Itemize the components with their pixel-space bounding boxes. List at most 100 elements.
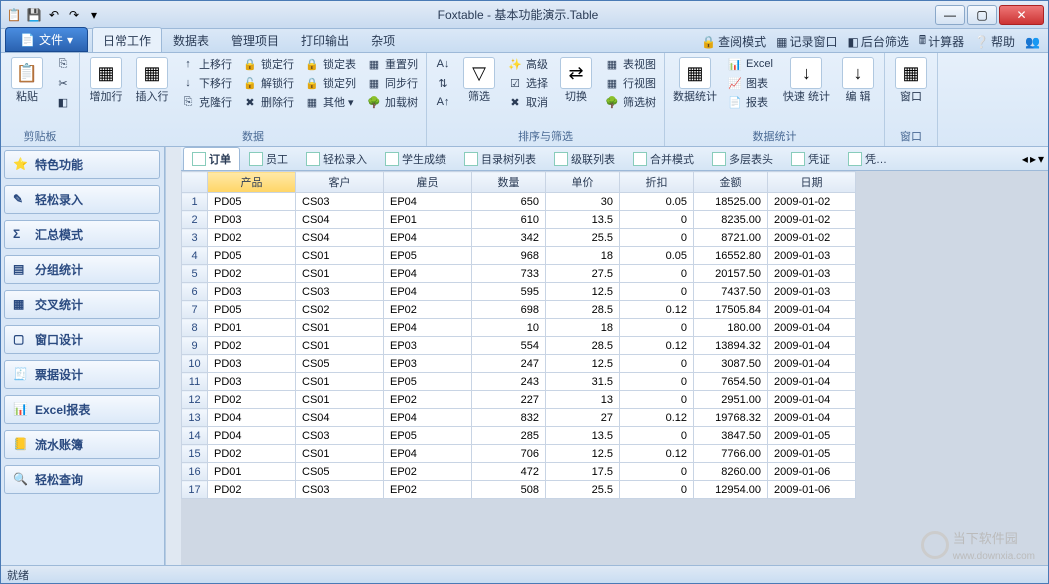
cell[interactable]: 8260.00: [694, 463, 768, 481]
back-filter-button[interactable]: ◧后台筛选: [848, 33, 909, 50]
people-icon[interactable]: 👥: [1025, 35, 1040, 49]
cell[interactable]: PD01: [208, 463, 296, 481]
row-number[interactable]: 15: [182, 445, 208, 463]
cell[interactable]: 698: [472, 301, 546, 319]
cell[interactable]: EP05: [384, 427, 472, 445]
advanced-filter-button[interactable]: ✨高级: [505, 55, 550, 73]
cell[interactable]: 0.12: [620, 445, 694, 463]
sidebar-item-ledger[interactable]: 📒流水账簿: [4, 430, 160, 459]
cell[interactable]: EP04: [384, 409, 472, 427]
cell[interactable]: CS01: [296, 391, 384, 409]
maximize-button[interactable]: ▢: [967, 5, 997, 25]
cell[interactable]: 0: [620, 265, 694, 283]
qat-dropdown-icon[interactable]: ▾: [85, 6, 103, 24]
help-button[interactable]: ❔帮助: [974, 33, 1015, 50]
clone-row-button[interactable]: ⎘克隆行: [178, 93, 234, 111]
cell[interactable]: 733: [472, 265, 546, 283]
switch-button[interactable]: ⇄切换: [556, 55, 596, 106]
cell[interactable]: CS03: [296, 481, 384, 499]
cell[interactable]: 12.5: [546, 283, 620, 301]
cell[interactable]: EP03: [384, 355, 472, 373]
cell[interactable]: PD01: [208, 319, 296, 337]
cell[interactable]: 0: [620, 319, 694, 337]
cell[interactable]: 342: [472, 229, 546, 247]
row-number[interactable]: 10: [182, 355, 208, 373]
table-row[interactable]: 13PD04CS04EP04832270.1219768.322009-01-0…: [182, 409, 856, 427]
sidebar-item-query[interactable]: 🔍轻松查询: [4, 465, 160, 494]
minimize-button[interactable]: —: [935, 5, 965, 25]
cell[interactable]: 2009-01-04: [768, 409, 856, 427]
column-header[interactable]: 单价: [546, 172, 620, 193]
cell[interactable]: 7654.50: [694, 373, 768, 391]
cell[interactable]: 12954.00: [694, 481, 768, 499]
cell[interactable]: 20157.50: [694, 265, 768, 283]
cell[interactable]: 227: [472, 391, 546, 409]
cell[interactable]: CS01: [296, 373, 384, 391]
cell[interactable]: 2009-01-03: [768, 283, 856, 301]
column-header[interactable]: 日期: [768, 172, 856, 193]
sort-asc-button[interactable]: A↓: [433, 55, 453, 73]
save-icon[interactable]: 💾: [25, 6, 43, 24]
sidebar-item-cross[interactable]: ▦交叉统计: [4, 290, 160, 319]
cell[interactable]: PD04: [208, 409, 296, 427]
ribbon-tab[interactable]: 管理项目: [220, 27, 290, 52]
row-number[interactable]: 9: [182, 337, 208, 355]
cell[interactable]: 8721.00: [694, 229, 768, 247]
lock-table-button[interactable]: 🔒锁定表: [302, 55, 358, 73]
cell[interactable]: CS01: [296, 247, 384, 265]
cell[interactable]: 243: [472, 373, 546, 391]
cell[interactable]: 2009-01-04: [768, 337, 856, 355]
add-row-button[interactable]: ▦增加行: [86, 55, 126, 106]
row-number[interactable]: 5: [182, 265, 208, 283]
table-row[interactable]: 5PD02CS01EP0473327.5020157.502009-01-03: [182, 265, 856, 283]
cell[interactable]: CS04: [296, 229, 384, 247]
view-mode-button[interactable]: 🔒查阅模式: [701, 33, 766, 50]
insert-row-button[interactable]: ▦插入行: [132, 55, 172, 106]
cell[interactable]: CS01: [296, 265, 384, 283]
row-number[interactable]: 17: [182, 481, 208, 499]
cell[interactable]: 2009-01-02: [768, 193, 856, 211]
lock-col-button[interactable]: 🔒锁定列: [302, 74, 358, 92]
cell[interactable]: CS01: [296, 319, 384, 337]
select-filter-button[interactable]: ☑选择: [505, 74, 550, 92]
filter-button[interactable]: ▽筛选: [459, 55, 499, 106]
cell[interactable]: PD02: [208, 229, 296, 247]
calculator-button[interactable]: 🖩计算器: [919, 31, 964, 52]
column-header[interactable]: 折扣: [620, 172, 694, 193]
cancel-filter-button[interactable]: ✖取消: [505, 93, 550, 111]
table-row[interactable]: 3PD02CS04EP0434225.508721.002009-01-02: [182, 229, 856, 247]
cell[interactable]: 30: [546, 193, 620, 211]
sidebar-item-excel[interactable]: 📊Excel报表: [4, 395, 160, 424]
cell[interactable]: 2009-01-02: [768, 211, 856, 229]
reset-col-button[interactable]: ▦重置列: [364, 55, 420, 73]
cell[interactable]: PD03: [208, 373, 296, 391]
cell[interactable]: 0: [620, 373, 694, 391]
table-tab[interactable]: 目录树列表: [455, 147, 545, 171]
table-tab[interactable]: 凭…: [839, 147, 896, 171]
table-row[interactable]: 8PD01CS01EP0410180180.002009-01-04: [182, 319, 856, 337]
cell[interactable]: 7766.00: [694, 445, 768, 463]
table-tab[interactable]: 多层表头: [703, 147, 782, 171]
column-header[interactable]: 产品: [208, 172, 296, 193]
table-row[interactable]: 7PD05CS02EP0269828.50.1217505.842009-01-…: [182, 301, 856, 319]
cell[interactable]: 13894.32: [694, 337, 768, 355]
cell[interactable]: 2009-01-04: [768, 301, 856, 319]
sidebar-item-summary[interactable]: Σ汇总模式: [4, 220, 160, 249]
cell[interactable]: 968: [472, 247, 546, 265]
sync-row-button[interactable]: ▦同步行: [364, 74, 420, 92]
cell[interactable]: 25.5: [546, 481, 620, 499]
cell[interactable]: 2009-01-04: [768, 355, 856, 373]
cell[interactable]: 2009-01-04: [768, 319, 856, 337]
cell[interactable]: 27.5: [546, 265, 620, 283]
cell[interactable]: 2009-01-04: [768, 373, 856, 391]
cell[interactable]: 2009-01-03: [768, 265, 856, 283]
table-row[interactable]: 1PD05CS03EP04650300.0518525.002009-01-02: [182, 193, 856, 211]
load-tree-button[interactable]: 🌳加载树: [364, 93, 420, 111]
cell[interactable]: 13.5: [546, 211, 620, 229]
cell[interactable]: PD03: [208, 283, 296, 301]
row-number[interactable]: 12: [182, 391, 208, 409]
row-number[interactable]: 8: [182, 319, 208, 337]
cell[interactable]: 554: [472, 337, 546, 355]
sidebar-scrollbar[interactable]: [165, 147, 181, 565]
cell[interactable]: 28.5: [546, 337, 620, 355]
